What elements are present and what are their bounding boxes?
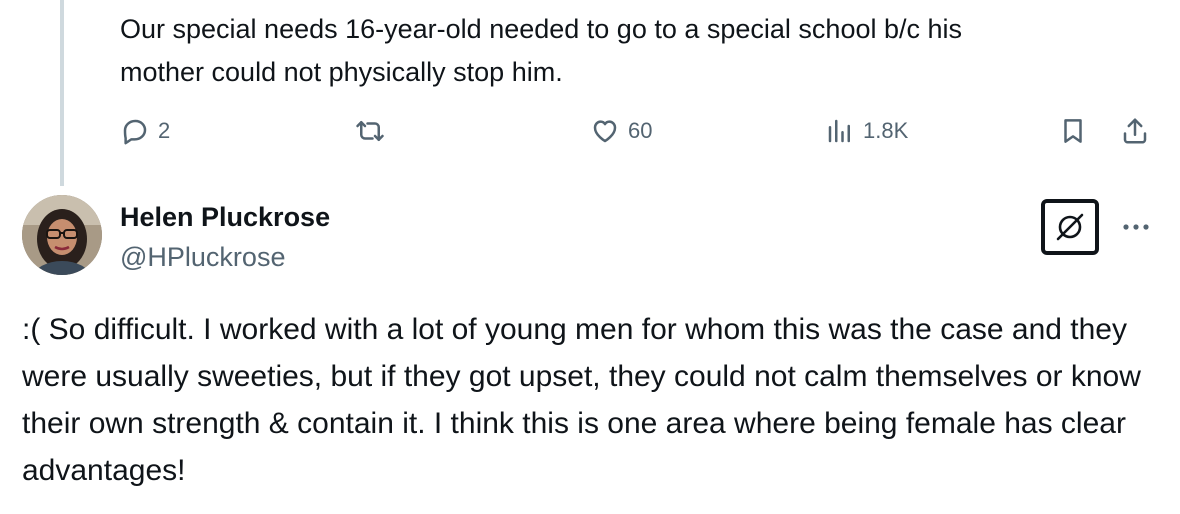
grok-icon bbox=[1056, 213, 1084, 241]
grok-button[interactable] bbox=[1041, 199, 1099, 255]
tweet-thread: Our special needs 16-year-old needed to … bbox=[0, 0, 1180, 514]
reply-count: 2 bbox=[158, 118, 171, 143]
analytics-icon bbox=[828, 119, 850, 143]
more-options-button[interactable] bbox=[1118, 212, 1154, 242]
author-handle[interactable]: @HPluckrose bbox=[120, 240, 285, 274]
comment-icon bbox=[123, 119, 147, 145]
reply-tweet-text: :( So difficult. I worked with a lot of … bbox=[22, 313, 1141, 487]
author-display-name[interactable]: Helen Pluckrose bbox=[120, 200, 330, 234]
views-button[interactable]: 1.8K bbox=[825, 110, 908, 152]
views-count: 1.8K bbox=[863, 118, 909, 143]
share-icon bbox=[1123, 118, 1147, 144]
heart-icon bbox=[593, 120, 617, 143]
repost-icon bbox=[356, 121, 384, 141]
bookmark-icon bbox=[1064, 119, 1082, 143]
bookmark-button[interactable] bbox=[1058, 110, 1088, 152]
avatar-photo bbox=[22, 195, 102, 275]
like-count: 60 bbox=[628, 118, 653, 143]
share-button[interactable] bbox=[1120, 110, 1150, 152]
thread-connector-line bbox=[60, 0, 64, 186]
like-button[interactable]: 60 bbox=[590, 110, 652, 152]
avatar[interactable] bbox=[22, 195, 102, 275]
more-icon bbox=[1123, 224, 1149, 230]
parent-tweet-text: Our special needs 16-year-old needed to … bbox=[120, 14, 963, 87]
parent-tweet-action-bar: 2 60 1.8K bbox=[120, 110, 1160, 152]
reply-button[interactable]: 2 bbox=[120, 110, 170, 152]
repost-button[interactable] bbox=[355, 110, 385, 152]
